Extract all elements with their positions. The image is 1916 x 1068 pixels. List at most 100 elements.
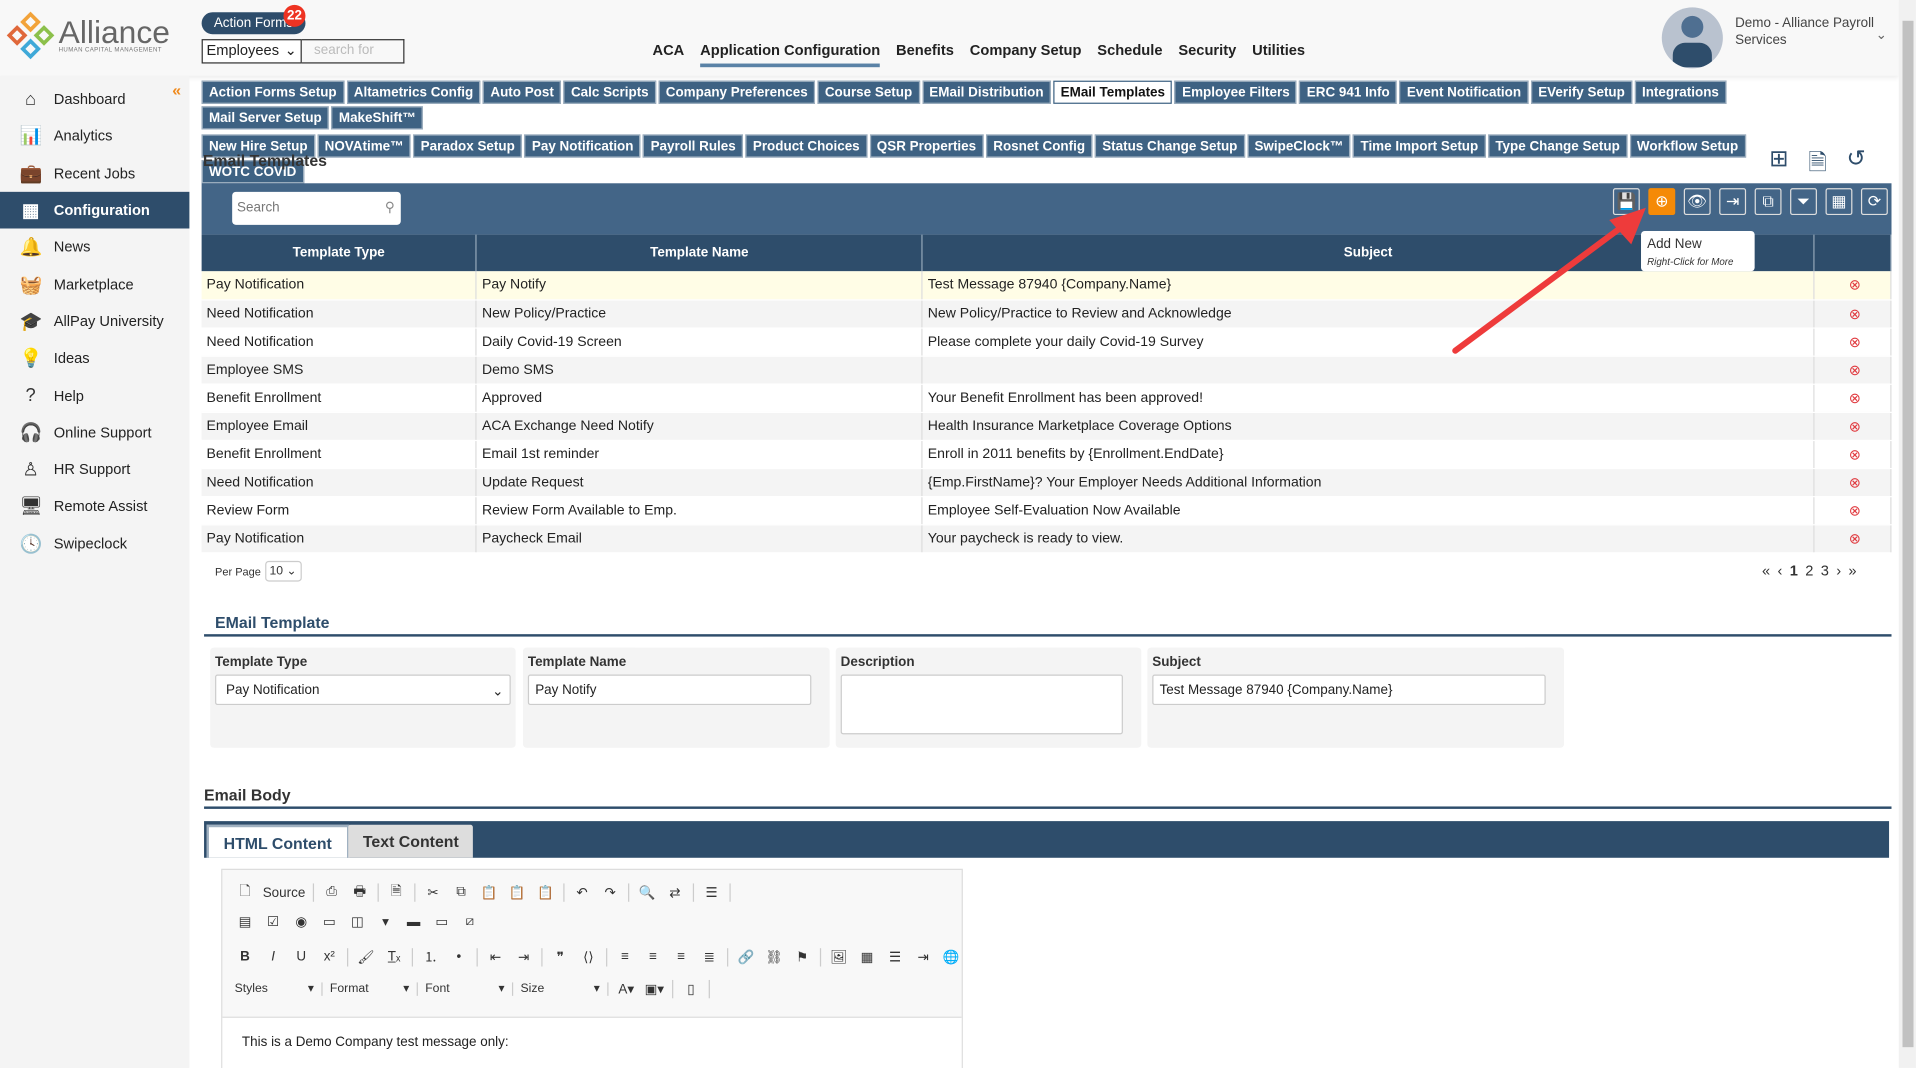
div-button[interactable]: ⟨⟩	[578, 949, 599, 965]
sidebar-item-news[interactable]: 🔔 News	[0, 229, 189, 266]
blockquote-button[interactable]: ❞	[550, 949, 571, 965]
copy-button[interactable]: ⧉	[1754, 188, 1782, 216]
preview-eye-button[interactable]: 👁	[1683, 188, 1711, 216]
align-center-button[interactable]: ≡	[643, 949, 664, 964]
first-page-icon[interactable]: «	[1762, 562, 1770, 579]
font-dropdown[interactable]: Font ▾	[425, 982, 514, 996]
nav-utilities[interactable]: Utilities	[1252, 42, 1305, 68]
tab-payroll-rules[interactable]: Payroll Rules	[643, 134, 744, 158]
table-button[interactable]: ▦	[857, 949, 878, 965]
table-row[interactable]: Review Form Review Form Available to Emp.…	[201, 496, 1892, 525]
undo-button[interactable]: ↶	[572, 885, 593, 901]
button-button[interactable]: ▬	[403, 915, 424, 930]
sidebar-item-swipeclock[interactable]: 🕓 Swipeclock	[0, 525, 189, 562]
iframe-button[interactable]: 🌐	[941, 949, 962, 965]
remove-format-button[interactable]: T̲ₓ	[384, 949, 405, 964]
nav-application-configuration[interactable]: Application Configuration	[700, 42, 881, 68]
delete-row-button[interactable]: ⊗	[1813, 271, 1892, 300]
user-menu[interactable]: Demo - Alliance Payroll Services	[1661, 7, 1876, 69]
indent-button[interactable]: ⇥	[513, 949, 534, 965]
tab-everify-setup[interactable]: EVerify Setup	[1530, 80, 1633, 104]
delete-row-button[interactable]: ⊗	[1813, 355, 1892, 385]
delete-row-button[interactable]: ⊗	[1813, 299, 1892, 329]
delete-row-button[interactable]: ⊗	[1813, 439, 1892, 469]
sidebar-item-hr-support[interactable]: ♙ HR Support	[0, 451, 189, 488]
last-page-icon[interactable]: »	[1848, 562, 1856, 579]
search-scope-select[interactable]: Employees ⌄	[201, 39, 302, 64]
align-left-button[interactable]: ≡	[615, 949, 636, 964]
column-header-actions[interactable]	[1813, 234, 1892, 272]
paste-text-button[interactable]: 📋	[507, 885, 528, 901]
page-break-button[interactable]: ⇥	[913, 949, 934, 965]
sidebar-item-dashboard[interactable]: ⌂ Dashboard	[0, 81, 189, 118]
scrollbar-thumb[interactable]	[1902, 20, 1914, 1048]
column-header-template-name[interactable]: Template Name	[476, 234, 923, 272]
tab-altametrics-config[interactable]: Altametrics Config	[346, 80, 481, 104]
delete-row-button[interactable]: ⊗	[1813, 496, 1892, 525]
template-name-input[interactable]: Pay Notify	[527, 674, 812, 706]
delete-row-button[interactable]: ⊗	[1813, 411, 1892, 441]
tab-email-distribution[interactable]: EMail Distribution	[921, 80, 1051, 104]
page-2[interactable]: 2	[1805, 562, 1813, 579]
styles-dropdown[interactable]: Styles ▾	[235, 982, 323, 996]
sidebar-item-configuration[interactable]: ▦ Configuration	[0, 191, 190, 229]
paste-button[interactable]: 📋	[479, 885, 500, 901]
image-button[interactable]: 🖼	[828, 949, 849, 965]
refresh-button[interactable]: ⟳	[1860, 188, 1888, 216]
superscript-button[interactable]: x²	[319, 949, 340, 964]
nav-company-setup[interactable]: Company Setup	[970, 42, 1082, 68]
table-row[interactable]: Benefit Enrollment Approved Your Benefit E…	[201, 383, 1892, 413]
collapse-sidebar-icon[interactable]: «	[172, 81, 181, 99]
copy-format-button[interactable]: 🖌	[356, 949, 377, 965]
tab-makeshift[interactable]: MakeShift™	[331, 106, 424, 130]
user-menu-chevron-icon[interactable]: ⌄	[1876, 27, 1887, 43]
export-button[interactable]: ⇥	[1719, 188, 1747, 216]
tab-html-content[interactable]: HTML Content	[206, 824, 349, 858]
format-dropdown[interactable]: Format ▾	[330, 982, 418, 996]
size-dropdown[interactable]: Size ▾	[521, 982, 609, 996]
background-color-button[interactable]: ▣▾	[644, 981, 665, 997]
nav-aca[interactable]: ACA	[652, 42, 684, 68]
columns-grid-button[interactable]: ▦	[1825, 188, 1853, 216]
source-button[interactable]: 🗋	[235, 881, 256, 904]
next-page-icon[interactable]: ›	[1836, 562, 1841, 579]
text-field-button[interactable]: ▭	[319, 914, 340, 930]
source-label[interactable]: Source	[263, 885, 306, 900]
document-icon[interactable]: 🗎	[1808, 145, 1827, 184]
sidebar-item-recent-jobs[interactable]: 💼 Recent Jobs	[0, 155, 189, 192]
align-right-button[interactable]: ≡	[671, 949, 692, 964]
grid-search-input[interactable]: Search ⚲	[232, 191, 401, 225]
paste-word-button[interactable]: 📋	[535, 885, 556, 901]
tab-auto-post[interactable]: Auto Post	[483, 80, 562, 104]
italic-button[interactable]: I	[263, 949, 284, 964]
underline-button[interactable]: U	[291, 949, 312, 964]
bulleted-list-button[interactable]: •	[448, 949, 469, 964]
horizontal-line-button[interactable]: ☰	[885, 949, 906, 965]
redo-button[interactable]: ↷	[600, 885, 621, 901]
table-row[interactable]: Benefit Enrollment Email 1st reminder Enro…	[201, 439, 1892, 469]
filter-button[interactable]: ⏷	[1790, 188, 1817, 216]
tab-pay-notification[interactable]: Pay Notification	[524, 134, 641, 158]
sidebar-item-remote-assist[interactable]: 🖥 Remote Assist	[0, 488, 189, 525]
radio-button[interactable]: ◉	[291, 914, 312, 930]
textarea-button[interactable]: ◫	[347, 914, 368, 930]
table-row[interactable]: Employee Email ACA Exchange Need Notify He…	[201, 411, 1892, 441]
tab-workflow-setup[interactable]: Workflow Setup	[1629, 134, 1746, 158]
form-button[interactable]: ▤	[235, 914, 256, 930]
grid-view-icon[interactable]: ⊞	[1769, 145, 1788, 184]
tab-time-import-setup[interactable]: Time Import Setup	[1353, 134, 1486, 158]
bold-button[interactable]: B	[235, 949, 256, 964]
image-button-button[interactable]: ▭	[431, 914, 452, 930]
history-icon[interactable]: ↺	[1847, 145, 1866, 184]
template-type-select[interactable]: Pay Notification ⌄	[215, 674, 511, 706]
delete-row-button[interactable]: ⊗	[1813, 383, 1892, 413]
tab-employee-filters[interactable]: Employee Filters	[1174, 80, 1298, 104]
numbered-list-button[interactable]: ⒈	[420, 947, 441, 967]
tab-product-choices[interactable]: Product Choices	[745, 134, 867, 158]
page-1[interactable]: 1	[1790, 562, 1798, 579]
sidebar-item-online-support[interactable]: 🎧 Online Support	[0, 414, 189, 451]
sidebar-item-allpay-university[interactable]: 🎓 AllPay University	[0, 303, 189, 340]
nav-benefits[interactable]: Benefits	[896, 42, 954, 68]
checkbox-button[interactable]: ☑	[263, 914, 284, 930]
employee-search-input[interactable]: search for	[301, 39, 405, 64]
